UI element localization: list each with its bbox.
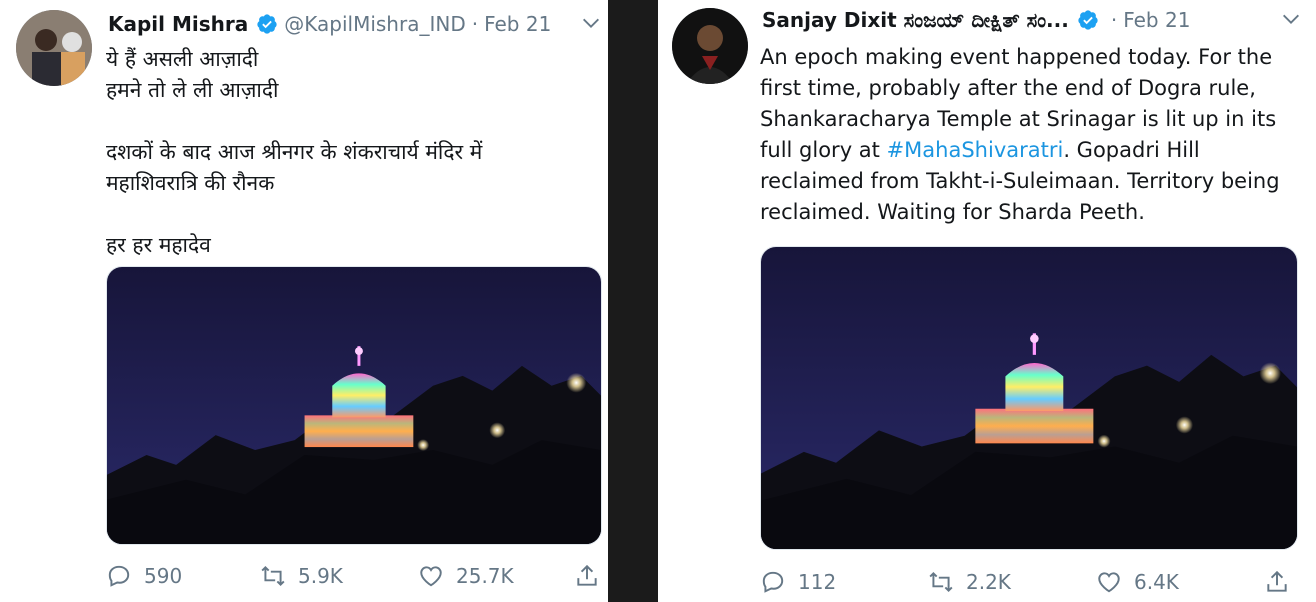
like-count: 6.4K (1134, 570, 1179, 594)
hashtag-link[interactable]: #MahaShivaratri (887, 138, 1064, 162)
tweet-line: ये हैं असली आज़ादी (106, 47, 259, 71)
verified-badge-icon (256, 13, 278, 35)
verified-badge-icon (1077, 9, 1099, 31)
separator-dot: · (471, 12, 479, 36)
tweet-card-kapil[interactable]: Kapil Mishra @KapilMishra_IND · Feb 21 य… (0, 0, 608, 602)
tweet-line: हर हर महादेव (106, 233, 211, 257)
reply-button[interactable]: 112 (760, 569, 836, 595)
heart-icon (418, 563, 444, 589)
avatar[interactable] (16, 10, 92, 86)
tweet-line: महाशिवरात्रि की रौनक (106, 171, 275, 195)
reply-count: 590 (144, 564, 183, 588)
tweet-card-sanjay[interactable]: Sanjay Dixit ಸಂಜಯ್ ದೀಕ್ಷಿತ್ ಸಂ... · Feb … (658, 0, 1316, 602)
share-icon (574, 563, 600, 589)
tweet-line: हमने तो ले ली आज़ादी (106, 78, 279, 102)
tweet-date[interactable]: Feb 21 (484, 12, 551, 36)
tweet-text: ये हैं असली आज़ादी हमने तो ले ली आज़ादी … (106, 44, 606, 261)
separator-dot: · (1110, 8, 1118, 32)
tweet-text: An epoch making event happened today. Fo… (760, 42, 1300, 228)
reply-count: 112 (798, 570, 837, 594)
avatar[interactable] (672, 8, 748, 84)
tweet-actions: 112 2.2K 6.4K (760, 566, 1300, 598)
display-name[interactable]: Kapil Mishra (108, 12, 248, 36)
retweet-button[interactable]: 2.2K (928, 569, 1011, 595)
tweet-header: Kapil Mishra @KapilMishra_IND · Feb 21 (108, 12, 551, 36)
like-button[interactable]: 25.7K (418, 563, 514, 589)
tweet-date[interactable]: Feb 21 (1123, 8, 1190, 32)
tweet-media-image[interactable] (106, 266, 602, 545)
tweet-media-image[interactable] (760, 246, 1298, 550)
tweet-header: Sanjay Dixit ಸಂಜಯ್ ದೀಕ್ಷಿತ್ ಸಂ... · Feb … (762, 8, 1190, 32)
reply-button[interactable]: 590 (106, 563, 182, 589)
share-button[interactable] (1264, 569, 1302, 595)
tweet-actions: 590 5.9K 25.7K (106, 560, 606, 592)
retweet-icon (260, 563, 286, 589)
tweet-line: दशकों के बाद आज श्रीनगर के शंकराचार्य मं… (106, 140, 483, 164)
retweet-button[interactable]: 5.9K (260, 563, 343, 589)
handle[interactable]: @KapilMishra_IND (284, 12, 465, 36)
retweet-count: 2.2K (966, 570, 1011, 594)
reply-icon (106, 563, 132, 589)
reply-icon (760, 569, 786, 595)
share-button[interactable] (574, 563, 608, 589)
heart-icon (1096, 569, 1122, 595)
retweet-count: 5.9K (298, 564, 343, 588)
like-button[interactable]: 6.4K (1096, 569, 1179, 595)
chevron-down-icon[interactable] (1280, 8, 1302, 30)
display-name[interactable]: Sanjay Dixit ಸಂಜಯ್ ದೀಕ್ಷಿತ್ ಸಂ... (762, 8, 1069, 32)
retweet-icon (928, 569, 954, 595)
like-count: 25.7K (456, 564, 514, 588)
chevron-down-icon[interactable] (580, 12, 602, 34)
share-icon (1264, 569, 1290, 595)
